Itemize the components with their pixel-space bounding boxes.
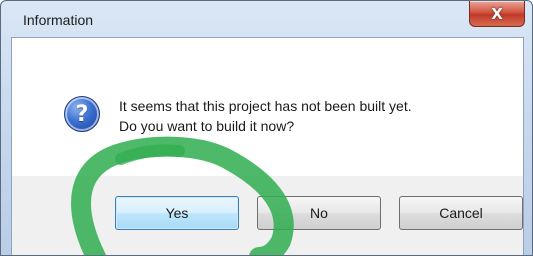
close-icon: X: [491, 4, 503, 23]
close-button[interactable]: X: [469, 1, 525, 27]
cancel-button[interactable]: Cancel: [399, 196, 523, 230]
yes-button[interactable]: Yes: [115, 196, 239, 230]
title-bar[interactable]: Information X: [1, 1, 532, 37]
dialog-client-area: ? It seems that this project has not bee…: [11, 37, 524, 255]
question-icon: ?: [64, 96, 100, 132]
question-mark-glyph: ?: [75, 101, 89, 127]
message-line-1: It seems that this project has not been …: [119, 98, 412, 114]
window-title: Information: [23, 12, 94, 28]
dialog-window: Information X ? It seems that this proje…: [0, 0, 533, 256]
dialog-message: It seems that this project has not been …: [119, 96, 412, 136]
no-button[interactable]: No: [257, 196, 381, 230]
message-line-2: Do you want to build it now?: [119, 118, 295, 134]
